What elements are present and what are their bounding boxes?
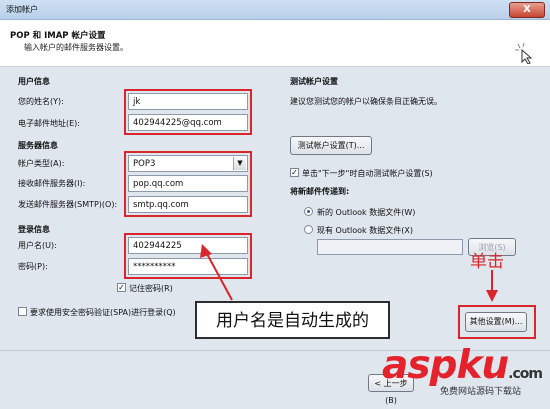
watermark-sub: 免费网站源码下载站 [440, 387, 522, 397]
arrow-head [486, 290, 498, 302]
annotation-arrows [200, 244, 498, 302]
arrow-line [205, 251, 233, 301]
arrow-head [200, 244, 212, 258]
watermark-logo: aspku.com [382, 343, 543, 388]
